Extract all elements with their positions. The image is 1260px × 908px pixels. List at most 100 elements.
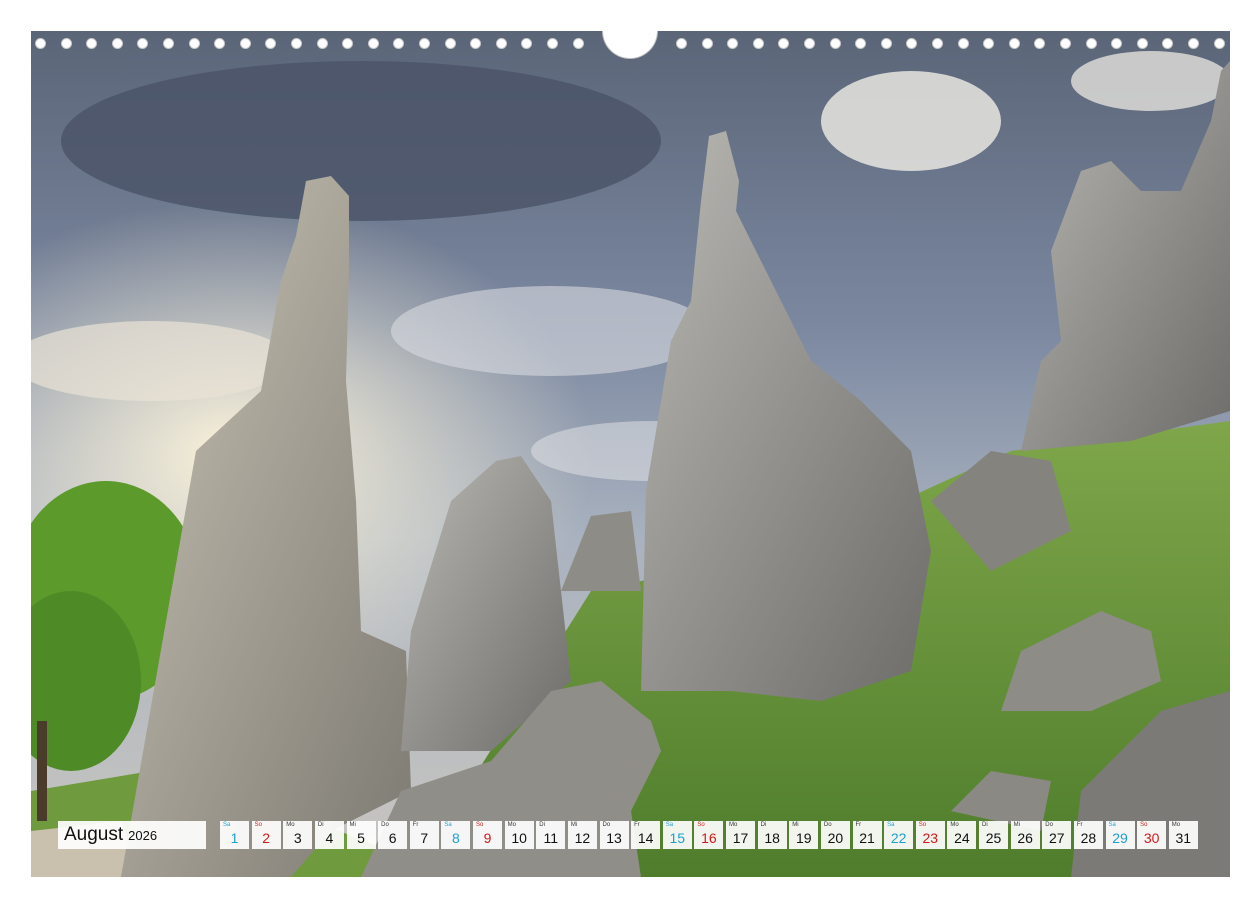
day-number: 23 [922,830,939,846]
day-cell: Sa 1 [220,821,249,849]
day-cell: Do 20 [820,821,850,849]
day-cell: Di 4 [314,821,344,849]
day-cell: Do 6 [378,821,408,849]
day-cell: Fr 7 [409,821,439,849]
weekday-abbrev: Sa [223,822,231,828]
day-number: 13 [606,830,622,846]
day-cell: Mi 12 [567,821,597,849]
day-number: 1 [230,830,239,846]
day-number: 6 [388,830,397,846]
binding-hole [727,38,739,49]
day-number: 28 [1080,830,1097,846]
weekday-abbrev: Mo [729,822,738,828]
binding-hole [1085,38,1097,49]
binding-hole [214,38,226,49]
day-number: 20 [827,830,844,846]
day-cell: Do 27 [1042,821,1072,849]
day-cell: Mo 31 [1168,821,1198,849]
binding-hole [1060,38,1071,49]
day-number: 24 [954,830,970,846]
binding-hole [60,38,72,49]
day-cell: Sa 15 [662,821,692,849]
day-number: 8 [451,830,460,846]
day-number: 11 [543,830,559,846]
weekday-abbrev: So [918,822,927,828]
binding-hole [265,38,277,49]
weekday-abbrev: Sa [444,822,452,828]
day-number: 18 [764,830,780,846]
weekday-abbrev: Mo [507,822,516,828]
calendar-strip: August 2026 Sa 1 So 2 Mo 3 Di 4 Mi 5 Do 6 Fr 7 Sa 8 So 9 M… [58,821,1200,849]
binding-hole [547,38,558,49]
day-cell: Do 13 [599,821,629,849]
weekday-abbrev: Mo [1171,822,1181,828]
binding-hole [111,38,123,49]
binding-hole [239,38,251,49]
month-name: August [64,824,124,845]
binding-hole [419,38,430,49]
binding-hole [291,38,302,49]
binding-hole [521,38,533,49]
binding-hole [1162,38,1174,49]
binding-hole [1034,38,1046,49]
binding-hole [701,38,713,49]
weekday-abbrev: Mo [950,822,959,828]
binding-hole [316,38,328,49]
day-number: 15 [669,830,686,846]
binding-hole [393,38,405,49]
day-number: 27 [1048,830,1065,846]
binding-hole [932,38,943,49]
day-cell: So 23 [915,821,945,849]
weekday-abbrev: So [1140,822,1148,828]
day-cell: Fr 28 [1073,821,1103,849]
binding-hole [1213,38,1225,49]
day-number: 10 [511,830,527,846]
day-number: 16 [701,830,717,846]
day-number: 4 [325,830,334,846]
weekday-abbrev: Do [1045,822,1053,828]
day-cell: Mo 17 [726,821,755,849]
binding-hole [572,38,584,49]
day-cell: Mo 10 [504,821,534,849]
weekday-abbrev: Mo [286,822,295,828]
binding-hole [880,38,892,49]
binding-hole [957,38,969,49]
day-number: 9 [483,830,492,846]
day-cell: Fr 21 [852,821,882,849]
binding-hole [470,38,482,49]
weekday-abbrev: Sa [887,822,895,828]
binding-hole [188,38,200,49]
weekday-abbrev: Mi [792,822,799,828]
day-cell: Di 11 [536,821,566,849]
weekday-abbrev: Mi [1013,822,1020,828]
weekday-abbrev: So [697,822,705,828]
day-number: 25 [985,830,1002,846]
binding-hole [804,38,815,49]
day-cell: Mo 3 [283,821,313,849]
binding-hole [86,38,98,49]
day-cell: Mi 19 [789,821,819,849]
day-cell: Sa 22 [884,821,914,849]
weekday-abbrev: So [254,822,262,828]
binding-hole [752,38,764,49]
binding-hole [855,38,867,49]
binding-hole [906,38,918,49]
day-cell: So 16 [694,821,724,849]
binding-hole [35,38,46,49]
day-cell: Mo 24 [947,821,977,849]
day-number: 5 [357,830,365,846]
weekday-abbrev: Di [539,822,545,828]
weekday-abbrev: So [476,822,484,828]
binding-hole [1136,38,1148,49]
day-cell: Mi 26 [1010,821,1040,849]
day-number: 19 [795,830,812,846]
binding-hole [444,38,456,49]
binding-hole [163,38,174,49]
day-number: 17 [732,830,749,846]
day-number: 31 [1175,830,1192,846]
day-cell: Fr 14 [631,821,661,849]
day-cell: So 9 [473,821,502,849]
binding-hole [829,38,841,49]
binding-hole [367,38,379,49]
weekday-abbrev: Di [982,822,988,828]
